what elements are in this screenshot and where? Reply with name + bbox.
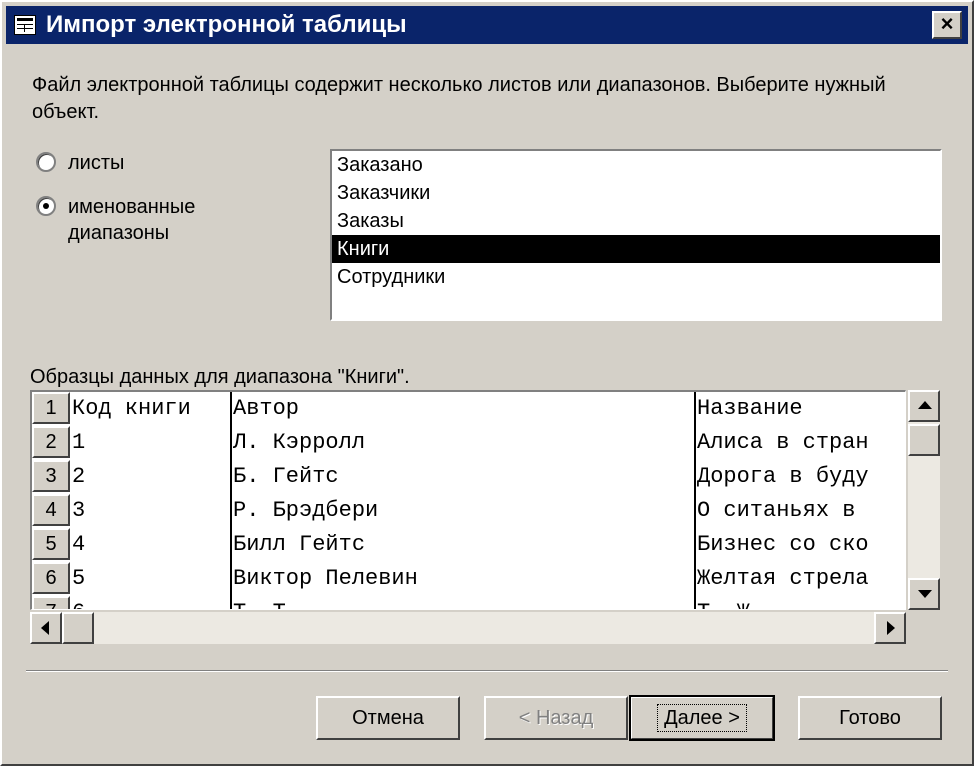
cell: 6 [72,600,228,609]
close-icon[interactable]: × [941,11,954,36]
finish-button[interactable]: Готово [798,696,942,740]
cell: 3 [72,498,86,523]
cell: Б. Гейтс [233,464,339,489]
scroll-left-icon [41,621,49,635]
row-number: 5 [32,528,70,560]
radio-sheets-label[interactable]: листы [68,150,124,176]
scroll-up-button[interactable] [908,390,940,422]
cell: Желтая стрела [697,566,869,591]
scroll-right-button[interactable] [874,612,906,644]
row-number: 2 [32,426,70,458]
cell: 1 [72,430,86,455]
vertical-scrollbar[interactable] [908,390,940,610]
list-item[interactable]: Заказано [332,151,940,179]
cell: Билл Гейтс [233,532,366,557]
scroll-left-button[interactable] [30,612,62,644]
cell: 4 [72,532,86,557]
scroll-down-icon [918,590,932,598]
table-icon [14,15,36,35]
horizontal-scrollbar[interactable] [30,612,906,644]
sample-caption: Образцы данных для диапазона "Книги". [30,366,410,388]
list-item[interactable]: Заказчики [332,179,940,207]
cancel-button[interactable]: Отмена [316,696,460,740]
separator [26,670,948,672]
scroll-up-icon [918,401,932,409]
column-divider [694,392,696,609]
import-dialog: Импорт электронной таблицы × Файл электр… [0,0,974,766]
cell: 2 [72,464,86,489]
next-button-label[interactable]: Далее > [657,704,747,732]
list-item[interactable]: Заказы [332,207,940,235]
cell-header-code: Код книги [72,396,191,421]
radio-named-ranges[interactable] [36,196,56,216]
instruction-text: Файл электронной таблицы содержит нескол… [32,74,886,123]
list-item[interactable]: Сотрудники [332,263,940,291]
cell: Т. Ж. [697,600,905,609]
cell: Бизнес со ско [697,532,869,557]
radio-named-ranges-label-line1: именованные [68,196,196,218]
row-number: 4 [32,494,70,526]
cell: 5 [72,566,86,591]
cell-header-author: Автор [233,396,300,421]
cell: Л. Кэрролл [233,430,366,455]
next-button[interactable]: Далее > [629,695,775,741]
cell: О ситаньях в [697,498,856,523]
radio-named-ranges-label-line2: диапазоны [68,222,170,244]
sample-data-grid: 1 2 3 4 5 6 7 Код книги 1 2 3 4 5 6 Авто… [30,390,906,610]
object-listbox[interactable]: Заказано Заказчики Заказы Книги Сотрудни… [330,149,942,321]
back-button[interactable]: < Назад [484,696,628,740]
cell: Алиса в стран [697,430,869,455]
cell: Р. Брэдбери [233,498,379,523]
horizontal-scroll-thumb[interactable] [62,612,94,644]
row-number: 1 [32,392,70,424]
cell: Дорога в буду [697,464,869,489]
close-button[interactable]: × [932,11,962,39]
row-number: 6 [32,562,70,594]
radio-named-ranges-label[interactable]: именованные диапазоны [68,194,195,246]
column-divider [230,392,232,609]
title-bar: Импорт электронной таблицы × [6,6,968,44]
cell: Т. Т. [233,600,691,609]
cell: Виктор Пелевин [233,566,418,591]
cell-header-title: Название [697,396,803,421]
window-title: Импорт электронной таблицы [46,11,407,38]
scroll-right-icon [887,621,895,635]
list-item-selected[interactable]: Книги [332,235,940,263]
radio-sheets[interactable] [36,152,56,172]
vertical-scroll-thumb[interactable] [908,424,940,456]
row-number: 3 [32,460,70,492]
scroll-down-button[interactable] [908,578,940,610]
row-number: 7 [32,596,70,609]
